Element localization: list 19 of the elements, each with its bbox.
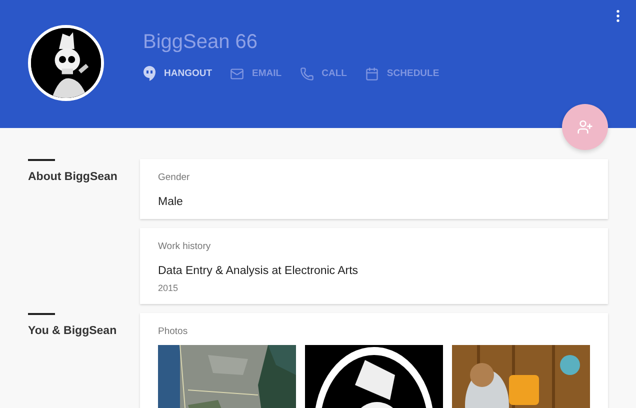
add-person-icon (577, 119, 593, 135)
contact-action[interactable]: SCHEDULE (364, 66, 440, 81)
field-label: Photos (158, 326, 189, 337)
field-detail: 2015 (158, 283, 180, 293)
contact-action[interactable]: HANGOUT (143, 66, 212, 81)
field-label: Work history (158, 241, 212, 252)
calendar-icon (364, 66, 379, 80)
mail-icon (230, 66, 244, 80)
field-value: Data Entry & Analysis at Electronic Arts (158, 265, 360, 277)
contact-action[interactable]: EMAIL (230, 66, 282, 81)
section-title: About BiggSean (28, 171, 118, 183)
contact-action[interactable]: CALL (300, 66, 347, 81)
add-contact-button[interactable] (562, 104, 608, 150)
section-title: You & BiggSean (28, 325, 118, 337)
field-value: Male (158, 196, 184, 208)
field-label: Gender (158, 172, 191, 183)
phone-icon (300, 66, 314, 80)
profile-name: BiggSean 66 (143, 31, 259, 54)
chat-bubble-icon (143, 66, 156, 81)
